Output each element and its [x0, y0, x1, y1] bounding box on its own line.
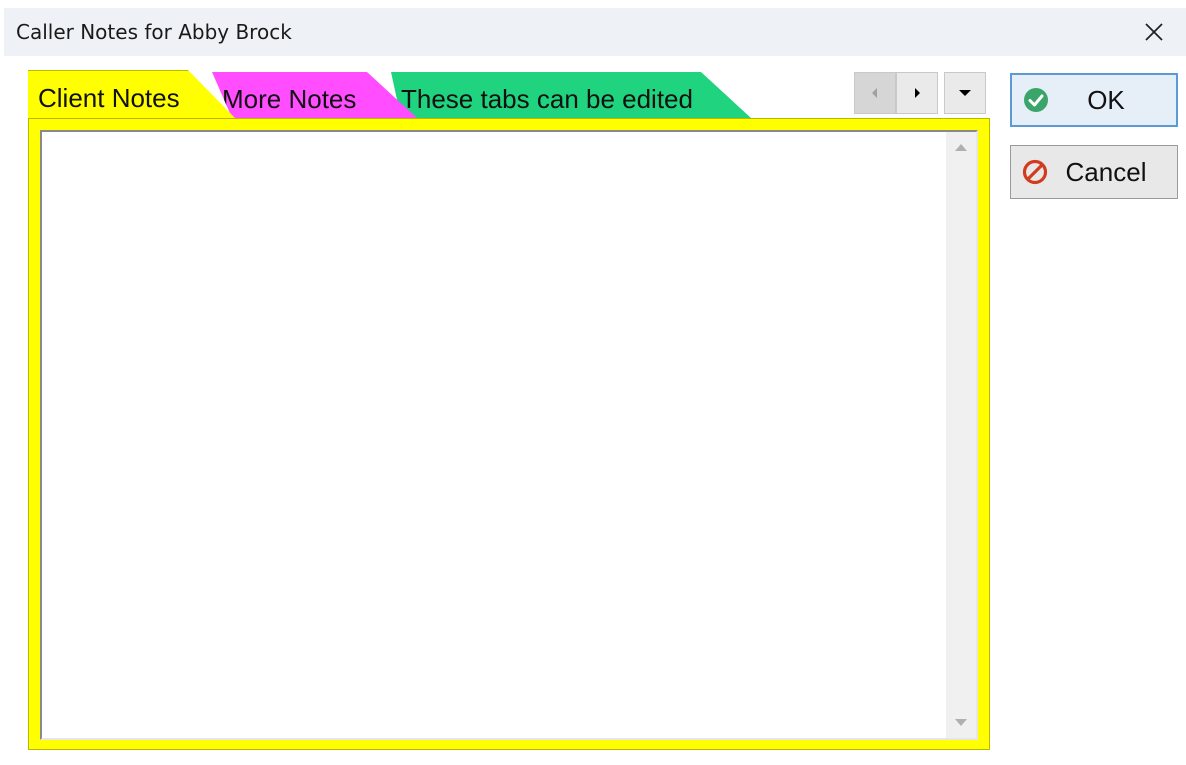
- ok-label: OK: [1087, 84, 1125, 115]
- chevron-down-icon: [959, 90, 971, 96]
- title-bar: Caller Notes for Abby Brock: [4, 8, 1186, 56]
- vertical-scrollbar[interactable]: [946, 132, 976, 738]
- scroll-up-button[interactable]: [946, 132, 976, 162]
- close-button[interactable]: [1134, 14, 1174, 50]
- tab-scroll-next[interactable]: [896, 72, 938, 114]
- caller-notes-dialog: Caller Notes for Abby Brock These tabs c…: [0, 0, 1186, 765]
- chevron-left-icon: [872, 88, 877, 98]
- ok-button[interactable]: OK: [1010, 73, 1178, 127]
- scroll-down-button[interactable]: [946, 708, 976, 738]
- tab-content-frame: [28, 118, 990, 750]
- cancel-label: Cancel: [1065, 156, 1147, 187]
- check-circle-icon: [1022, 86, 1050, 114]
- tab-label: These tabs can be edited: [401, 84, 693, 114]
- cancel-button[interactable]: Cancel: [1010, 145, 1178, 199]
- tab-list-menu[interactable]: [944, 72, 986, 114]
- tab-these-tabs-can-be-edited[interactable]: These tabs can be edited: [391, 72, 751, 118]
- notes-editor[interactable]: [40, 130, 978, 740]
- tab-label: Client Notes: [38, 83, 180, 113]
- notes-text[interactable]: [42, 132, 948, 738]
- tab-scroll-prev[interactable]: [854, 72, 896, 114]
- tab-scroll-prev-button[interactable]: [854, 72, 896, 114]
- window-title: Caller Notes for Abby Brock: [16, 20, 292, 44]
- triangle-up-icon: [955, 144, 967, 151]
- chevron-right-icon: [915, 88, 920, 98]
- tab-scroll-next-button[interactable]: [896, 72, 938, 114]
- tab-list-menu-button[interactable]: [944, 72, 986, 114]
- close-icon: [1145, 23, 1163, 41]
- triangle-down-icon: [955, 719, 967, 726]
- no-entry-icon: [1021, 158, 1049, 186]
- tab-label: More Notes: [222, 84, 357, 114]
